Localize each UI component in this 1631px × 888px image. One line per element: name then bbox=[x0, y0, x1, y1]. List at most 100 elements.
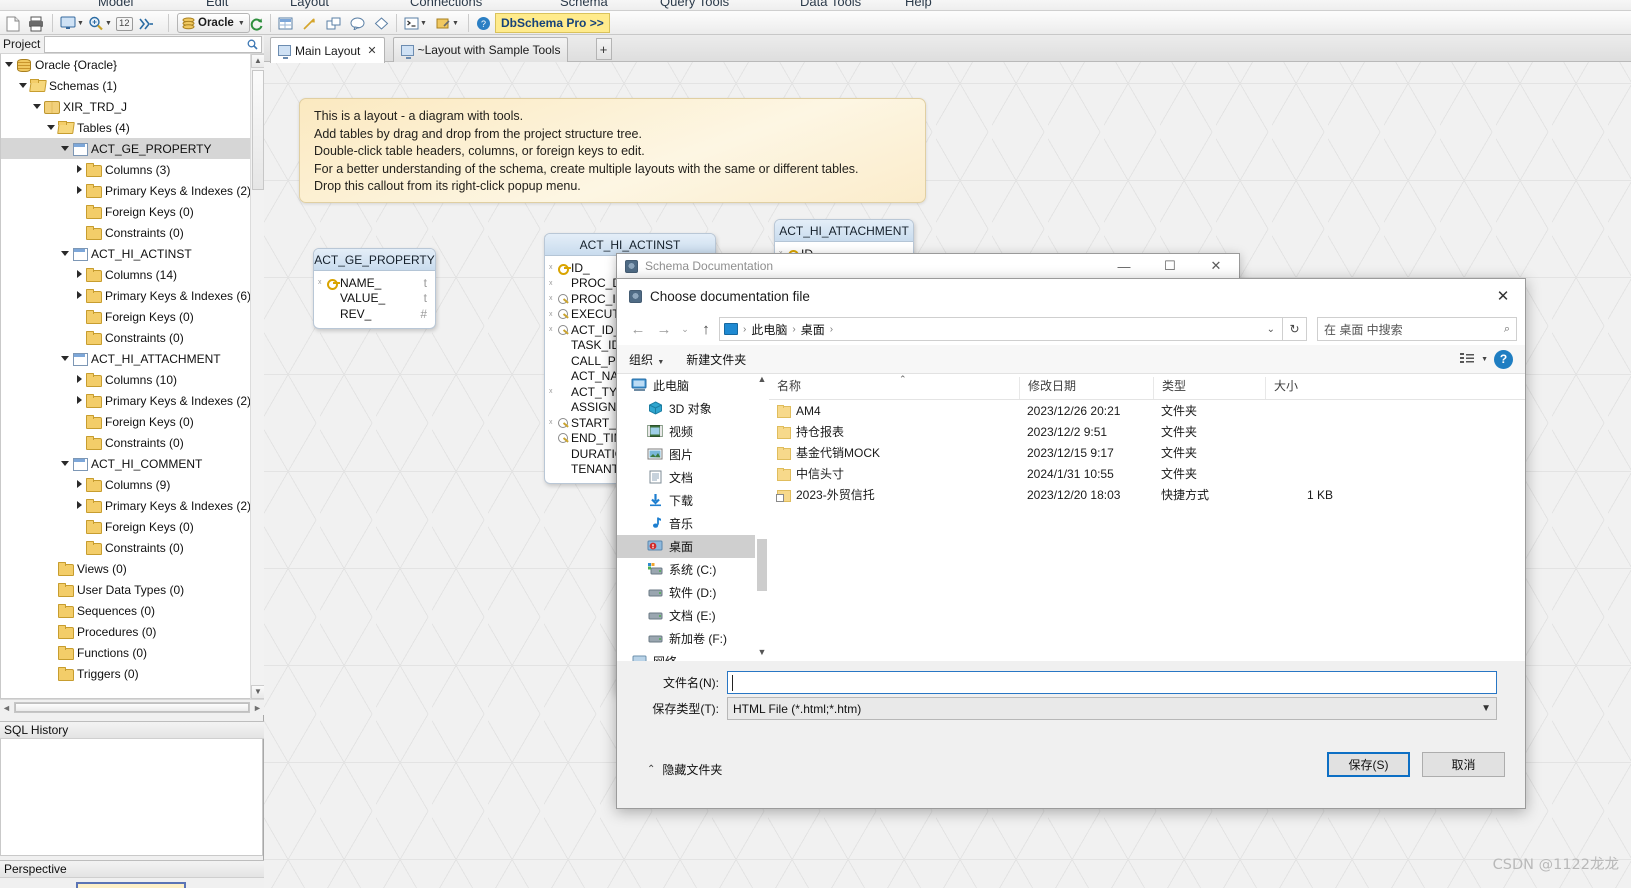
print-button[interactable] bbox=[28, 14, 44, 33]
tab-2[interactable]: ~Layout with Sample Tools bbox=[392, 37, 569, 62]
scroll-track[interactable] bbox=[14, 702, 250, 713]
zoom-button[interactable]: ▼ bbox=[88, 14, 112, 33]
place-item-drive[interactable]: 文档 (E:) bbox=[617, 604, 755, 627]
menu-item-help[interactable]: Help bbox=[905, 0, 932, 9]
tree-item[interactable]: Foreign Keys (0) bbox=[1, 516, 250, 537]
place-item-drive[interactable]: 新加卷 (F:) bbox=[617, 627, 755, 650]
new-callout-button[interactable] bbox=[350, 14, 365, 33]
chevron-right-icon[interactable] bbox=[75, 165, 84, 174]
tree-item[interactable]: User Data Types (0) bbox=[1, 579, 250, 600]
tree-item[interactable]: Constraints (0) bbox=[1, 222, 250, 243]
tree-item[interactable]: ACT_GE_PROPERTY bbox=[1, 138, 250, 159]
chevron-down-icon[interactable]: ▼ bbox=[238, 20, 245, 27]
table-column[interactable]: REV_ # bbox=[314, 306, 435, 322]
menu-item-query-tools[interactable]: Query Tools bbox=[660, 0, 729, 9]
help-icon[interactable]: ? bbox=[476, 14, 491, 33]
tree-item[interactable]: Primary Keys & Indexes (2) bbox=[1, 390, 250, 411]
chevron-right-icon[interactable] bbox=[75, 375, 84, 384]
diagram-table[interactable]: ACT_GE_PROPERTY x NAME_ t VALUE_ t REV_ # bbox=[313, 248, 436, 329]
breadcrumb-item[interactable]: 桌面 bbox=[801, 321, 825, 338]
chevron-down-icon[interactable]: ▼ bbox=[105, 20, 112, 27]
menu-item-edit[interactable]: Edit bbox=[206, 0, 228, 9]
file-row[interactable]: 中信头寸 2024/1/31 10:55 文件夹 bbox=[769, 463, 1525, 484]
chevron-down-icon[interactable] bbox=[5, 60, 14, 69]
minimize-button[interactable]: — bbox=[1101, 254, 1147, 279]
tree-item[interactable]: Constraints (0) bbox=[1, 537, 250, 558]
tree-horizontal-scrollbar[interactable]: ◄ ► bbox=[0, 699, 264, 715]
tree-item[interactable]: Schemas (1) bbox=[1, 75, 250, 96]
tree-item[interactable]: Primary Keys & Indexes (2) bbox=[1, 495, 250, 516]
back-button[interactable]: ← bbox=[625, 316, 651, 342]
tree-item[interactable]: ACT_HI_ACTINST bbox=[1, 243, 250, 264]
table-column[interactable]: VALUE_ t bbox=[314, 291, 435, 307]
sql-history-header[interactable]: SQL History bbox=[0, 721, 264, 739]
place-item-document[interactable]: 文档 bbox=[617, 466, 755, 489]
file-row[interactable]: AM4 2023/12/26 20:21 文件夹 bbox=[769, 400, 1525, 421]
data-editor-button[interactable]: ▼ bbox=[436, 14, 459, 33]
address-breadcrumb[interactable]: › 此电脑 › 桌面 › ⌄ bbox=[719, 317, 1283, 341]
forward-button[interactable]: → bbox=[651, 316, 677, 342]
change-view-icon[interactable] bbox=[1460, 353, 1475, 365]
tree-item[interactable]: ACT_HI_COMMENT bbox=[1, 453, 250, 474]
tree-item[interactable]: Columns (10) bbox=[1, 369, 250, 390]
menu-item-schema[interactable]: Schema bbox=[560, 0, 608, 9]
chevron-down-icon[interactable] bbox=[61, 249, 70, 258]
file-list-rows[interactable]: AM4 2023/12/26 20:21 文件夹 持仓报表 2023/12/2 9:51… bbox=[769, 400, 1525, 505]
chevron-right-icon[interactable] bbox=[75, 186, 84, 195]
dialog-close-button[interactable]: ✕ bbox=[1481, 279, 1525, 313]
connection-selector[interactable]: Oracle ▼ bbox=[177, 13, 250, 33]
tree-item[interactable]: Views (0) bbox=[1, 558, 250, 579]
new-file-button[interactable] bbox=[6, 14, 20, 33]
save-button[interactable]: 保存(S) bbox=[1327, 752, 1410, 777]
tree-item[interactable]: XIR_TRD_J bbox=[1, 96, 250, 117]
dialog-search-input[interactable]: 在 桌面 中搜索 ⌕ bbox=[1317, 317, 1517, 341]
sql-history-body[interactable] bbox=[0, 739, 263, 856]
tree-item[interactable]: Primary Keys & Indexes (6) bbox=[1, 285, 250, 306]
tree-item[interactable]: Primary Keys & Indexes (2) bbox=[1, 180, 250, 201]
chevron-down-icon[interactable]: ▼ bbox=[77, 20, 84, 27]
schema-documentation-titlebar[interactable]: Schema Documentation — ☐ ✕ bbox=[617, 254, 1239, 279]
tree-item[interactable]: Oracle {Oracle} bbox=[1, 54, 250, 75]
choose-file-dialog[interactable]: Choose documentation file ✕ ← → ⌄ ↑ › 此电脑… bbox=[616, 278, 1526, 809]
menu-item-connections[interactable]: Connections bbox=[410, 0, 482, 9]
chevron-down-icon[interactable] bbox=[61, 354, 70, 363]
place-item-sysdrive[interactable]: 系统 (C:) bbox=[617, 558, 755, 581]
file-list-pane[interactable]: 名称 ⌃ 修改日期 类型 大小 AM4 2023/12/26 20:21 文件夹 持仓报表 20… bbox=[769, 374, 1525, 661]
tree-item[interactable]: ACT_HI_ATTACHMENT bbox=[1, 348, 250, 369]
up-button[interactable]: ↑ bbox=[693, 316, 719, 342]
perspective-thumbnail[interactable] bbox=[76, 882, 186, 888]
place-item-drive[interactable]: 软件 (D:) bbox=[617, 581, 755, 604]
scroll-down-button[interactable]: ▼ bbox=[251, 685, 265, 699]
organize-menu[interactable]: 组织 ▼ bbox=[629, 351, 664, 368]
file-row[interactable]: 基金代销MOCK 2023/12/15 9:17 文件夹 bbox=[769, 442, 1525, 463]
new-shape-button[interactable] bbox=[374, 14, 389, 33]
perspective-header[interactable]: Perspective bbox=[0, 860, 264, 878]
project-tree[interactable]: Oracle {Oracle} Schemas (1) XIR_TRD_J Table… bbox=[0, 54, 250, 699]
maximize-button[interactable]: ☐ bbox=[1147, 254, 1193, 279]
recent-locations-button[interactable]: ⌄ bbox=[677, 316, 693, 342]
file-row[interactable]: 持仓报表 2023/12/2 9:51 文件夹 bbox=[769, 421, 1525, 442]
table-column[interactable]: x NAME_ t bbox=[314, 275, 435, 291]
places-navigation-pane[interactable]: 此电脑 3D 对象 视频 图片 文档 下载 音乐 桌面 系统 (C:) 软件 (D:) 文档 (E:… bbox=[617, 374, 755, 661]
menu-item-data-tools[interactable]: Data Tools bbox=[800, 0, 861, 9]
scroll-thumb[interactable] bbox=[252, 70, 264, 190]
tree-item[interactable]: Tables (4) bbox=[1, 117, 250, 138]
place-item-download[interactable]: 下载 bbox=[617, 489, 755, 512]
tree-item[interactable]: Foreign Keys (0) bbox=[1, 306, 250, 327]
chevron-right-icon[interactable] bbox=[75, 396, 84, 405]
chevron-down-icon[interactable]: ▼ bbox=[1481, 703, 1491, 714]
chevron-down-icon[interactable] bbox=[33, 102, 42, 111]
tree-item[interactable]: Foreign Keys (0) bbox=[1, 201, 250, 222]
tab-1[interactable]: Main Layout ✕ bbox=[270, 37, 385, 63]
place-item-network[interactable]: 网络 bbox=[617, 650, 755, 661]
place-item-cube[interactable]: 3D 对象 bbox=[617, 397, 755, 420]
table-header[interactable]: ACT_GE_PROPERTY bbox=[314, 249, 435, 271]
chevron-down-icon[interactable]: ▼ bbox=[452, 20, 459, 27]
tree-item[interactable]: Procedures (0) bbox=[1, 621, 250, 642]
column-header[interactable]: 修改日期 bbox=[1019, 377, 1153, 399]
tree-item[interactable]: Sequences (0) bbox=[1, 600, 250, 621]
dbschema-pro-badge[interactable]: DbSchema Pro >> bbox=[495, 13, 610, 33]
help-icon[interactable]: ? bbox=[1494, 349, 1513, 369]
place-item-music[interactable]: 音乐 bbox=[617, 512, 755, 535]
new-relation-button[interactable] bbox=[302, 14, 317, 33]
